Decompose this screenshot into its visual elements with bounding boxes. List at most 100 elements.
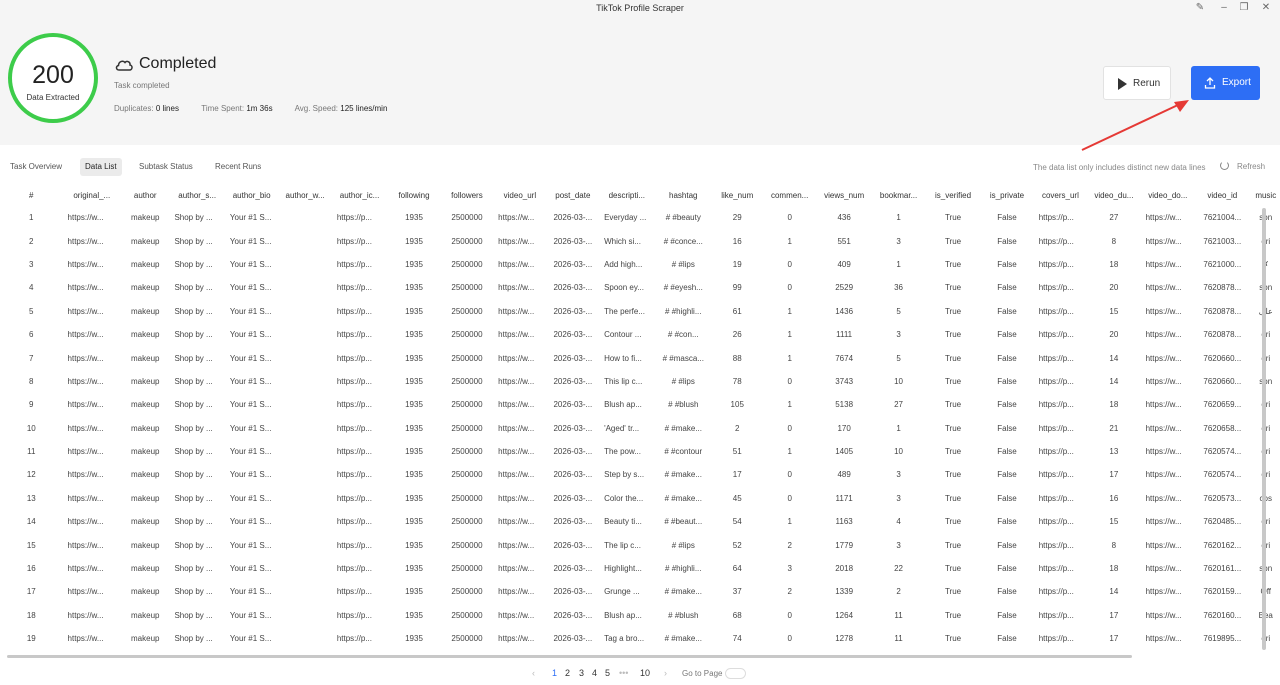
table-cell: True bbox=[944, 610, 962, 620]
table-cell: True bbox=[944, 306, 962, 316]
table-cell: True bbox=[944, 376, 962, 386]
table-row[interactable]: 5 https://w... makeup Shop by ... Your #1 S.… bbox=[0, 300, 1280, 323]
table-cell: False bbox=[997, 376, 1017, 386]
tab-recent-runs[interactable]: Recent Runs bbox=[210, 158, 266, 176]
maximize-icon[interactable]: ❐ bbox=[1237, 2, 1251, 14]
table-cell: https://w... bbox=[67, 493, 104, 503]
column-header[interactable]: post_date bbox=[547, 184, 599, 206]
page-10-button[interactable]: 10 bbox=[640, 668, 650, 678]
column-header[interactable]: like_num bbox=[712, 184, 762, 206]
column-header[interactable]: author_bio bbox=[225, 184, 278, 206]
table-cell: 2500000 bbox=[451, 306, 483, 316]
page-2-button[interactable]: 2 bbox=[565, 668, 570, 678]
column-header[interactable]: video_du... bbox=[1087, 184, 1140, 206]
table-cell: True bbox=[944, 259, 962, 269]
page-4-button[interactable]: 4 bbox=[592, 668, 597, 678]
horizontal-scrollbar[interactable] bbox=[7, 655, 1132, 658]
column-header[interactable]: commen... bbox=[762, 184, 816, 206]
table-cell: Contour ... bbox=[604, 330, 642, 340]
page-ellipsis[interactable]: ••• bbox=[619, 668, 628, 678]
table-cell: 1163 bbox=[835, 517, 853, 527]
run-stats: Duplicates: 0 lines Time Spent: 1m 36s A… bbox=[114, 104, 387, 113]
column-header[interactable]: author_w... bbox=[278, 184, 331, 206]
tab-subtask-status[interactable]: Subtask Status bbox=[134, 158, 198, 176]
column-header[interactable]: descripti... bbox=[599, 184, 654, 206]
table-cell: # #con... bbox=[667, 330, 699, 340]
column-header[interactable]: music bbox=[1250, 184, 1280, 206]
table-row[interactable]: 18 https://w... makeup Shop by ... Your #1 S… bbox=[0, 604, 1280, 627]
table-cell: 4 bbox=[896, 517, 901, 527]
table-cell: 1935 bbox=[405, 236, 423, 246]
table-cell: 1935 bbox=[405, 610, 423, 620]
column-header[interactable]: video_do... bbox=[1141, 184, 1195, 206]
column-header[interactable]: author_ic... bbox=[332, 184, 387, 206]
column-header[interactable]: hashtag bbox=[655, 184, 712, 206]
table-cell: 1935 bbox=[405, 213, 423, 223]
page-1-button[interactable]: 1 bbox=[552, 668, 557, 678]
table-cell: 7621000... bbox=[1203, 259, 1242, 269]
column-header[interactable]: views_num bbox=[817, 184, 871, 206]
page-5-button[interactable]: 5 bbox=[605, 668, 610, 678]
table-cell: 0 bbox=[787, 283, 792, 293]
column-header[interactable]: original_... bbox=[63, 184, 122, 206]
export-button[interactable]: Export bbox=[1191, 66, 1260, 100]
close-icon[interactable]: ✕ bbox=[1259, 2, 1273, 14]
table-cell: 45 bbox=[732, 493, 742, 503]
table-row[interactable]: 12 https://w... makeup Shop by ... Your #1 S… bbox=[0, 463, 1280, 486]
next-page-button[interactable]: › bbox=[664, 668, 667, 678]
table-cell: True bbox=[944, 517, 962, 527]
minimize-icon[interactable]: – bbox=[1217, 2, 1231, 14]
column-header[interactable]: video_id bbox=[1195, 184, 1249, 206]
goto-page-input[interactable] bbox=[725, 668, 746, 679]
column-header[interactable]: bookmar... bbox=[871, 184, 925, 206]
tab-data-list[interactable]: Data List bbox=[80, 158, 122, 176]
table-cell: 2026-03-... bbox=[553, 470, 593, 480]
status-subtitle: Task completed bbox=[114, 81, 170, 90]
table-row[interactable]: 11 https://w... makeup Shop by ... Your #1 S… bbox=[0, 440, 1280, 463]
column-header[interactable]: is_private bbox=[980, 184, 1033, 206]
column-header[interactable]: is_verified bbox=[926, 184, 980, 206]
page-3-button[interactable]: 3 bbox=[579, 668, 584, 678]
table-cell: False bbox=[997, 259, 1017, 269]
table-row[interactable]: 10 https://w... makeup Shop by ... Your #1 S… bbox=[0, 417, 1280, 440]
column-header[interactable]: video_url bbox=[493, 184, 546, 206]
column-header[interactable]: author_s... bbox=[169, 184, 224, 206]
table-row[interactable]: 15 https://w... makeup Shop by ... Your #1 S… bbox=[0, 533, 1280, 556]
table-row[interactable]: 1 https://w... makeup Shop by ... Your #1 S.… bbox=[0, 206, 1280, 229]
table-row[interactable]: 7 https://w... makeup Shop by ... Your #1 S.… bbox=[0, 346, 1280, 369]
table-cell: True bbox=[944, 353, 962, 363]
table-row[interactable]: 13 https://w... makeup Shop by ... Your #1 S… bbox=[0, 487, 1280, 510]
table-cell: https://p... bbox=[1038, 493, 1074, 503]
table-cell: 1935 bbox=[405, 353, 423, 363]
edit-icon[interactable]: ✎ bbox=[1193, 2, 1207, 14]
table-cell: https://w... bbox=[67, 634, 104, 644]
table-row[interactable]: 4 https://w... makeup Shop by ... Your #1 S.… bbox=[0, 276, 1280, 299]
table-row[interactable]: 2 https://w... makeup Shop by ... Your #1 S.… bbox=[0, 229, 1280, 252]
table-row[interactable]: 16 https://w... makeup Shop by ... Your #1 S… bbox=[0, 557, 1280, 580]
vertical-scrollbar[interactable] bbox=[1262, 208, 1266, 650]
table-cell: Shop by ... bbox=[174, 447, 213, 457]
table-cell: 27 bbox=[1109, 213, 1119, 223]
column-header[interactable]: following bbox=[387, 184, 440, 206]
table-row[interactable]: 14 https://w... makeup Shop by ... Your #1 S… bbox=[0, 510, 1280, 533]
play-icon bbox=[1118, 78, 1127, 90]
table-row[interactable]: 6 https://w... makeup Shop by ... Your #1 S.… bbox=[0, 323, 1280, 346]
table-cell: Shop by ... bbox=[174, 306, 213, 316]
table-row[interactable]: 3 https://w... makeup Shop by ... Your #1 S.… bbox=[0, 253, 1280, 276]
table-cell: https://w... bbox=[1145, 423, 1182, 433]
column-header[interactable]: author bbox=[121, 184, 169, 206]
table-row[interactable]: 17 https://w... makeup Shop by ... Your #1 S… bbox=[0, 580, 1280, 603]
table-cell: 1 bbox=[787, 517, 792, 527]
column-header[interactable]: # bbox=[0, 184, 63, 206]
column-header[interactable]: followers bbox=[441, 184, 493, 206]
table-cell: Shop by ... bbox=[174, 423, 213, 433]
table-cell: 17 bbox=[1109, 610, 1119, 620]
column-header[interactable]: covers_url bbox=[1034, 184, 1087, 206]
table-cell: 7620485... bbox=[1203, 517, 1242, 527]
prev-page-button[interactable]: ‹ bbox=[532, 668, 535, 678]
table-cell: https://w... bbox=[498, 564, 535, 574]
table-row[interactable]: 8 https://w... makeup Shop by ... Your #1 S.… bbox=[0, 370, 1280, 393]
table-row[interactable]: 19 https://w... makeup Shop by ... Your #1 S… bbox=[0, 627, 1280, 650]
tab-task-overview[interactable]: Task Overview bbox=[5, 158, 67, 176]
table-row[interactable]: 9 https://w... makeup Shop by ... Your #1 S.… bbox=[0, 393, 1280, 416]
